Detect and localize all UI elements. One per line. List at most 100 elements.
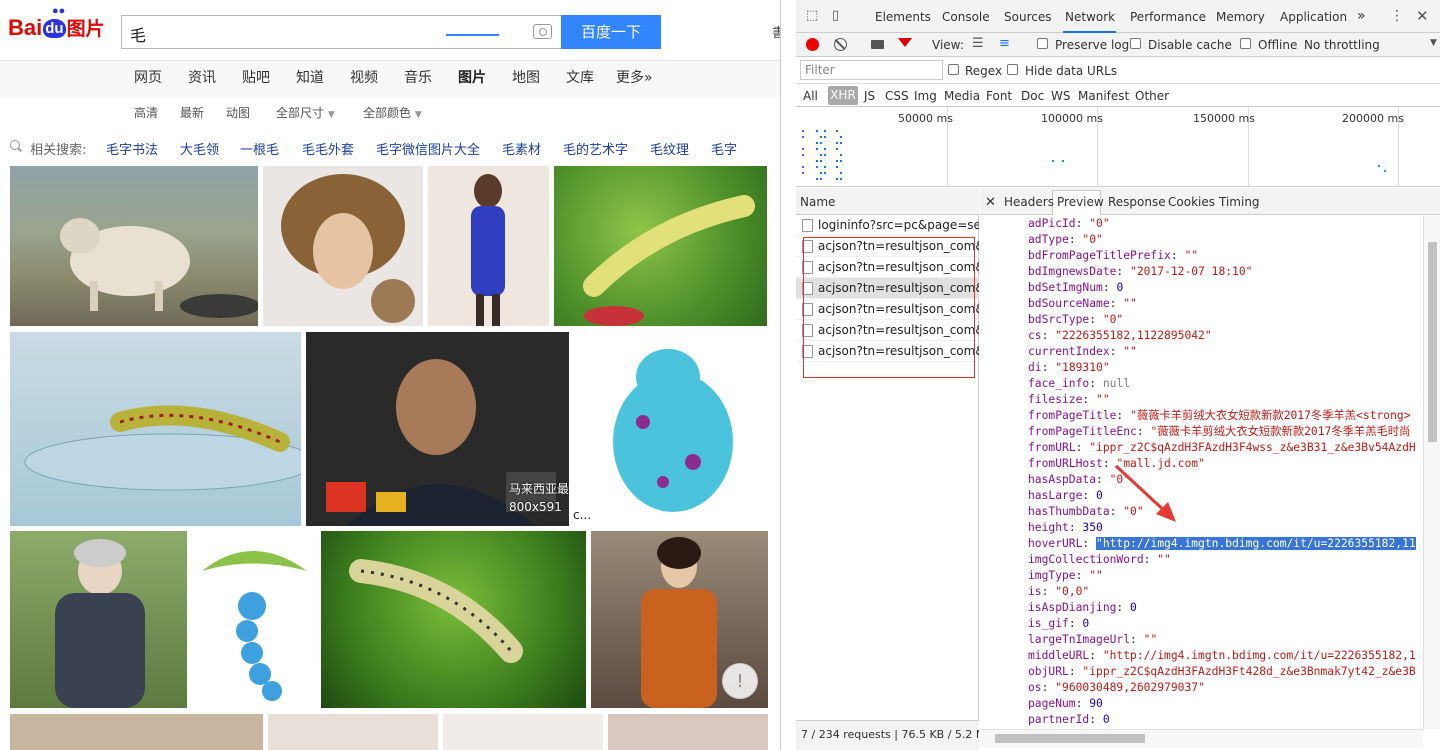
json-line[interactable]: fromPageTitleEnc: "薇薇卡羊剪绒大衣女短款新款2017冬季羊羔… xyxy=(980,424,1423,440)
tab-timing[interactable]: Timing xyxy=(1219,195,1260,209)
json-line[interactable]: objURL: "ippr_z2C$qAzdH3FAzdH3Ft428d_z&e… xyxy=(980,664,1423,680)
json-line[interactable]: face_info: null xyxy=(980,376,1423,392)
scrollbar-thumb[interactable] xyxy=(1428,242,1437,442)
tab-performance[interactable]: Performance xyxy=(1130,10,1206,24)
tab-headers[interactable]: Headers xyxy=(1004,195,1054,209)
image-caterpillar-1[interactable] xyxy=(554,166,767,326)
clear-icon[interactable] xyxy=(834,38,847,51)
chevron-down-icon[interactable]: ▼ xyxy=(1430,38,1437,48)
image-caterpillar-2[interactable] xyxy=(321,531,586,708)
inspect-icon[interactable]: ⬚ xyxy=(806,8,818,23)
json-line[interactable]: os: "960030489,2602979037" xyxy=(980,680,1423,696)
related-link[interactable]: 毛素材 xyxy=(502,139,541,158)
json-line[interactable]: adType: "0" xyxy=(980,232,1423,248)
type-xhr[interactable]: XHR xyxy=(828,86,858,105)
regex-checkbox[interactable] xyxy=(948,64,959,75)
hide-data-urls-checkbox[interactable] xyxy=(1007,64,1018,75)
json-line[interactable]: adPicId: "0" xyxy=(980,216,1423,232)
offline-checkbox[interactable] xyxy=(1240,38,1251,49)
json-line[interactable]: is_gif: 0 xyxy=(980,616,1423,632)
nav-tieba[interactable]: 贴吧 xyxy=(242,67,270,87)
related-link[interactable]: 毛字书法 xyxy=(106,139,158,158)
throttling-select[interactable]: No throttling xyxy=(1304,38,1380,52)
scrollbar-thumb[interactable] xyxy=(995,734,1145,743)
json-preview[interactable]: adPicId: "0" adType: "0" bdFromPageTitlePr… xyxy=(980,216,1423,729)
nav-more[interactable]: 更多» xyxy=(616,67,653,87)
filter-animated[interactable]: 动图 xyxy=(226,104,250,121)
json-line[interactable]: hasAspData: "0" xyxy=(980,472,1423,488)
image-politician[interactable]: 马来西亚最 800x591 xyxy=(306,332,569,526)
tab-application[interactable]: Application xyxy=(1280,10,1347,24)
json-line[interactable]: bdImgnewsDate: "2017-12-07 18:10" xyxy=(980,264,1423,280)
horizontal-scrollbar[interactable] xyxy=(980,729,1423,747)
nav-images[interactable]: 图片 xyxy=(458,67,486,87)
json-line[interactable]: is: "0,0" xyxy=(980,584,1423,600)
json-line[interactable]: bdSrcType: "0" xyxy=(980,312,1423,328)
type-media[interactable]: Media xyxy=(944,89,980,103)
json-line[interactable]: cs: "2226355182,1122895042" xyxy=(980,328,1423,344)
nav-map[interactable]: 地图 xyxy=(512,67,540,87)
tab-sources[interactable]: Sources xyxy=(1004,10,1051,24)
related-link[interactable]: 一根毛 xyxy=(240,139,279,158)
type-font[interactable]: Font xyxy=(986,89,1012,103)
close-icon[interactable]: ✕ xyxy=(1416,7,1429,25)
image-fur-hat[interactable] xyxy=(263,166,423,326)
filter-latest[interactable]: 最新 xyxy=(180,104,204,121)
nav-music[interactable]: 音乐 xyxy=(404,67,432,87)
json-line[interactable]: fromURLHost: "mall.jd.com" xyxy=(980,456,1423,472)
json-line[interactable]: fromURL: "ippr_z2C$qAzdH3FAzdH3F4wss_z&e… xyxy=(980,440,1423,456)
json-line[interactable]: di: "189310" xyxy=(980,360,1423,376)
image-row4-4[interactable] xyxy=(608,714,768,750)
name-column-header[interactable]: Name xyxy=(796,188,979,215)
json-line[interactable]: fromPageTitle: "薇薇卡羊剪绒大衣女短款新款2017冬季羊羔<st… xyxy=(980,408,1423,424)
type-js[interactable]: JS xyxy=(864,89,875,103)
image-sheep[interactable] xyxy=(10,166,258,326)
json-line[interactable]: imgCollectionWord: "" xyxy=(980,552,1423,568)
image-row4-3[interactable] xyxy=(443,714,603,750)
nav-web[interactable]: 网页 xyxy=(134,67,162,87)
json-line[interactable]: isAspDianjing: 0 xyxy=(980,600,1423,616)
preserve-log-checkbox[interactable] xyxy=(1037,38,1048,49)
large-rows-icon[interactable]: ☰ xyxy=(972,36,984,51)
nav-wenku[interactable]: 文库 xyxy=(566,67,594,87)
json-line[interactable]: hoverURL: "http://img4.imgtn.bdimg.com/i… xyxy=(980,536,1423,552)
type-ws[interactable]: WS xyxy=(1051,89,1070,103)
related-link[interactable]: 大毛领 xyxy=(180,139,219,158)
nav-zhidao[interactable]: 知道 xyxy=(296,67,324,87)
related-link[interactable]: 毛字微信图片大全 xyxy=(376,139,480,158)
json-line[interactable]: height: 350 xyxy=(980,520,1423,536)
tab-network[interactable]: Network xyxy=(1065,10,1115,24)
feedback-button[interactable]: ! xyxy=(722,663,758,699)
disable-cache-checkbox[interactable] xyxy=(1130,38,1141,49)
tab-preview[interactable]: Preview xyxy=(1057,195,1104,209)
search-button[interactable]: 百度一下 xyxy=(561,15,661,49)
json-line[interactable]: bdSetImgNum: 0 xyxy=(980,280,1423,296)
json-line[interactable]: imgType: "" xyxy=(980,568,1423,584)
nav-news[interactable]: 资讯 xyxy=(188,67,216,87)
related-link[interactable]: 毛字 xyxy=(711,139,737,158)
image-sulley-plush[interactable]: c... xyxy=(573,332,767,526)
waterfall-icon[interactable]: ≡ xyxy=(999,36,1010,51)
type-all[interactable]: All xyxy=(803,89,818,103)
filter-icon[interactable] xyxy=(898,38,912,47)
filter-input[interactable]: Filter xyxy=(800,60,943,80)
json-line[interactable]: bdFromPageTitlePrefix: "" xyxy=(980,248,1423,264)
tab-response[interactable]: Response xyxy=(1108,195,1166,209)
type-img[interactable]: Img xyxy=(914,89,937,103)
filter-color[interactable]: 全部颜色 ▼ xyxy=(363,104,422,121)
filter-hd[interactable]: 高清 xyxy=(134,104,158,121)
tab-elements[interactable]: Elements xyxy=(875,10,931,24)
image-cartoon-caterpillar[interactable] xyxy=(192,531,316,708)
camera-icon[interactable] xyxy=(533,24,552,39)
filter-size[interactable]: 全部尺寸 ▼ xyxy=(276,104,335,121)
json-line[interactable]: currentIndex: "" xyxy=(980,344,1423,360)
image-row4-1[interactable] xyxy=(10,714,263,750)
image-blue-dress[interactable] xyxy=(428,166,549,326)
tab-console[interactable]: Console xyxy=(942,10,990,24)
json-line[interactable]: middleURL: "http://img4.imgtn.bdimg.com/… xyxy=(980,648,1423,664)
image-caterpillar-leaf[interactable] xyxy=(10,332,301,526)
kebab-menu-icon[interactable]: ⋮ xyxy=(1390,8,1404,24)
close-icon[interactable]: ✕ xyxy=(985,195,996,210)
screenshot-icon[interactable] xyxy=(871,40,884,49)
type-doc[interactable]: Doc xyxy=(1021,89,1044,103)
